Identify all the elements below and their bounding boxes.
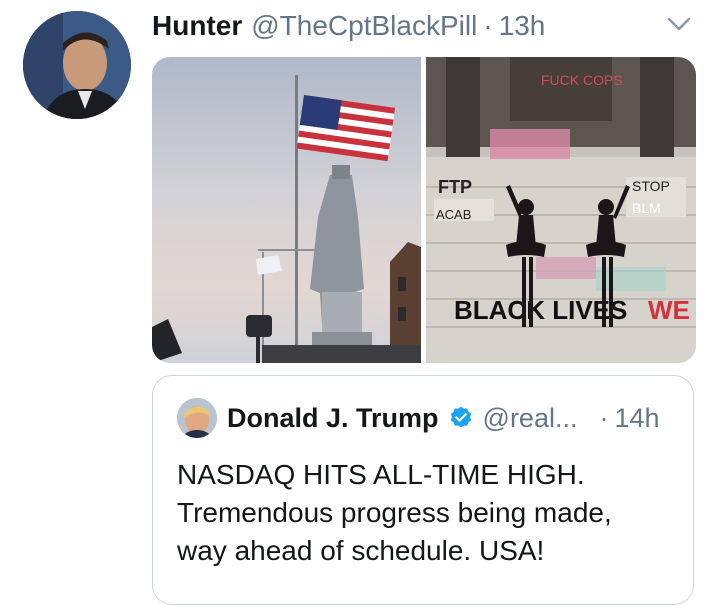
quoted-author-name[interactable]: Donald J. Trump [227,403,439,434]
photo-headless-statue-with-flag-icon[interactable] [152,57,421,363]
header-separator: · [483,10,493,41]
svg-text:BLM: BLM [632,200,661,216]
verified-badge-icon [450,406,471,428]
user-avatar-photo-icon [23,11,131,119]
photo-dancers-graffiti-monument-icon[interactable]: FUCK COPS FTP ACAB STOP BLM BLACK LIVES … [426,57,696,363]
quoted-header-separator: · [599,402,609,433]
svg-text:ACAB: ACAB [436,207,471,222]
svg-text:BLACK LIVES: BLACK LIVES [454,295,627,325]
user-avatar-photo-icon [177,398,217,438]
svg-text:FTP: FTP [438,177,472,197]
tweet-timestamp[interactable]: 13h [499,10,546,42]
svg-text:WE: WE [648,295,690,325]
tweet-media: FUCK COPS FTP ACAB STOP BLM BLACK LIVES … [152,57,696,363]
tweet-header: Hunter @TheCptBlackPill · 13h [152,8,545,44]
chevron-down-icon [667,17,691,31]
author-name[interactable]: Hunter [152,10,242,42]
quoted-tweet-card[interactable]: Donald J. Trump @real... · 14h NASDAQ HI… [152,375,694,605]
quoted-author-avatar[interactable] [177,398,217,438]
quoted-author-handle[interactable]: @real... [483,403,578,434]
tweet-menu-button[interactable] [665,12,693,36]
quoted-tweet-timestamp[interactable]: 14h [614,403,659,434]
quoted-tweet-text: NASDAQ HITS ALL-TIME HIGH. Tremendous pr… [177,459,612,566]
author-avatar[interactable] [23,11,131,119]
author-handle[interactable]: @TheCptBlackPill [251,10,477,42]
svg-text:STOP: STOP [632,178,670,194]
quoted-tweet-header: Donald J. Trump @real... · 14h [227,400,660,436]
svg-text:FUCK COPS: FUCK COPS [541,72,623,88]
